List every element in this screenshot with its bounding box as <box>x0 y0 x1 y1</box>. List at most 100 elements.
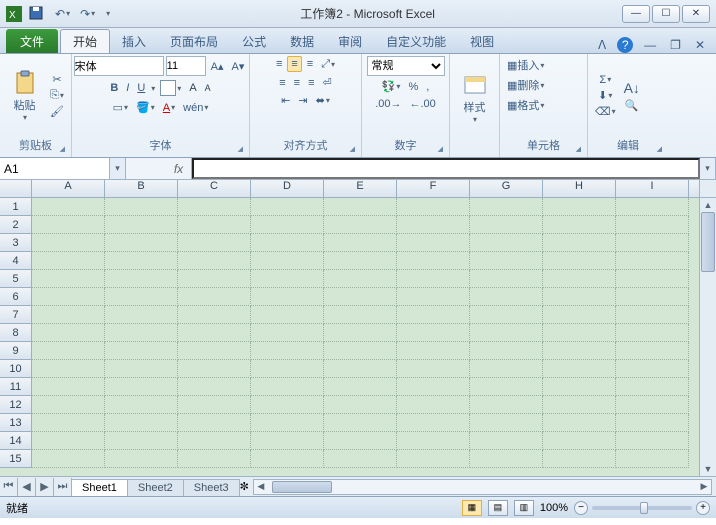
help-icon[interactable]: ? <box>617 37 633 53</box>
tab-custom[interactable]: 自定义功能 <box>374 29 458 53</box>
delete-cells-button[interactable]: ▦ 删除▾ <box>504 76 547 94</box>
cell[interactable] <box>470 270 543 288</box>
new-sheet-icon[interactable]: ✼ <box>240 480 249 493</box>
border-icon[interactable]: ▾ <box>157 79 184 97</box>
cell[interactable] <box>32 216 105 234</box>
save-icon[interactable] <box>26 5 48 23</box>
cell[interactable] <box>616 450 689 468</box>
cell[interactable] <box>470 450 543 468</box>
col-header[interactable]: F <box>397 180 470 197</box>
align-center-icon[interactable]: ≡ <box>291 76 303 90</box>
cell[interactable] <box>324 288 397 306</box>
cell[interactable] <box>105 432 178 450</box>
window-minimize-icon[interactable]: — <box>641 37 659 53</box>
accounting-icon[interactable]: 💱▾ <box>379 79 404 94</box>
row-header[interactable]: 15 <box>0 450 32 468</box>
cell[interactable] <box>616 216 689 234</box>
cell[interactable] <box>178 324 251 342</box>
merge-center-icon[interactable]: ⬌▾ <box>313 93 333 108</box>
find-select-icon[interactable]: 🔍 <box>621 98 643 113</box>
cell[interactable] <box>324 324 397 342</box>
styles-button[interactable]: 样式▾ <box>454 66 495 130</box>
cell[interactable] <box>178 234 251 252</box>
font-size-combo[interactable] <box>166 56 206 76</box>
cell[interactable] <box>543 270 616 288</box>
row-header[interactable]: 7 <box>0 306 32 324</box>
cell[interactable] <box>105 288 178 306</box>
cell[interactable] <box>32 414 105 432</box>
cell[interactable] <box>251 378 324 396</box>
cell[interactable] <box>543 288 616 306</box>
cell[interactable] <box>251 342 324 360</box>
cell[interactable] <box>251 198 324 216</box>
align-middle-icon[interactable]: ≡ <box>287 56 301 72</box>
scroll-down-icon[interactable]: ▼ <box>700 462 716 476</box>
cell[interactable] <box>543 234 616 252</box>
row-header[interactable]: 5 <box>0 270 32 288</box>
cell[interactable] <box>105 306 178 324</box>
align-top-icon[interactable]: ≡ <box>273 57 285 71</box>
cell[interactable] <box>32 234 105 252</box>
col-header[interactable]: A <box>32 180 105 197</box>
cell[interactable] <box>178 288 251 306</box>
fx-icon[interactable]: fx <box>166 158 192 179</box>
col-header[interactable]: I <box>616 180 689 197</box>
cell[interactable] <box>32 252 105 270</box>
view-normal-icon[interactable]: ▦ <box>462 500 482 516</box>
cell[interactable] <box>397 396 470 414</box>
cell[interactable] <box>32 360 105 378</box>
minimize-ribbon-icon[interactable]: ᐱ <box>595 37 609 53</box>
cell[interactable] <box>397 252 470 270</box>
cell[interactable] <box>543 378 616 396</box>
cell[interactable] <box>397 450 470 468</box>
zoom-in-button[interactable]: + <box>696 501 710 515</box>
formula-input[interactable] <box>192 158 700 179</box>
decrease-decimal-icon[interactable]: ←.00 <box>407 97 439 111</box>
cut-icon[interactable]: ✂ <box>47 72 67 87</box>
cell[interactable] <box>470 432 543 450</box>
cell[interactable] <box>178 306 251 324</box>
cell[interactable] <box>470 378 543 396</box>
cell[interactable] <box>32 288 105 306</box>
cell[interactable] <box>470 324 543 342</box>
cell[interactable] <box>178 396 251 414</box>
cell[interactable] <box>32 270 105 288</box>
cell[interactable] <box>105 414 178 432</box>
close-button[interactable]: ✕ <box>682 5 710 23</box>
cell[interactable] <box>616 252 689 270</box>
sheet-tab[interactable]: Sheet2 <box>127 479 184 496</box>
cell[interactable] <box>616 198 689 216</box>
increase-decimal-icon[interactable]: .00→ <box>372 97 404 111</box>
row-header[interactable]: 12 <box>0 396 32 414</box>
tab-data[interactable]: 数据 <box>278 29 326 53</box>
cell[interactable] <box>470 252 543 270</box>
align-bottom-icon[interactable]: ≡ <box>304 57 316 71</box>
tab-view[interactable]: 视图 <box>458 29 506 53</box>
cell[interactable] <box>470 360 543 378</box>
maximize-button[interactable]: ☐ <box>652 5 680 23</box>
cell[interactable] <box>543 396 616 414</box>
cell[interactable] <box>616 414 689 432</box>
sheet-first-icon[interactable]: ⏮ <box>0 478 18 496</box>
row-header[interactable]: 1 <box>0 198 32 216</box>
sheet-last-icon[interactable]: ⏭ <box>54 478 72 496</box>
cell[interactable] <box>616 306 689 324</box>
cell[interactable] <box>543 252 616 270</box>
name-box[interactable]: A1 <box>0 158 110 179</box>
split-box[interactable] <box>699 180 716 198</box>
border-bottom-icon[interactable]: ▭▾ <box>110 100 131 115</box>
zoom-slider[interactable] <box>592 506 692 510</box>
cell[interactable] <box>616 360 689 378</box>
vertical-scrollbar[interactable]: ▲ ▼ <box>699 198 716 476</box>
cell[interactable] <box>251 324 324 342</box>
col-header[interactable]: D <box>251 180 324 197</box>
tab-formulas[interactable]: 公式 <box>230 29 278 53</box>
row-header[interactable]: 4 <box>0 252 32 270</box>
worksheet-grid[interactable]: A B C D E F G H I 123456789101112131415 … <box>0 180 716 476</box>
window-restore-icon[interactable]: ❐ <box>667 37 684 53</box>
cell[interactable] <box>324 378 397 396</box>
align-right-icon[interactable]: ≡ <box>305 76 317 90</box>
copy-icon[interactable]: ⎘▾ <box>47 88 67 103</box>
cell[interactable] <box>397 414 470 432</box>
cell[interactable] <box>616 270 689 288</box>
